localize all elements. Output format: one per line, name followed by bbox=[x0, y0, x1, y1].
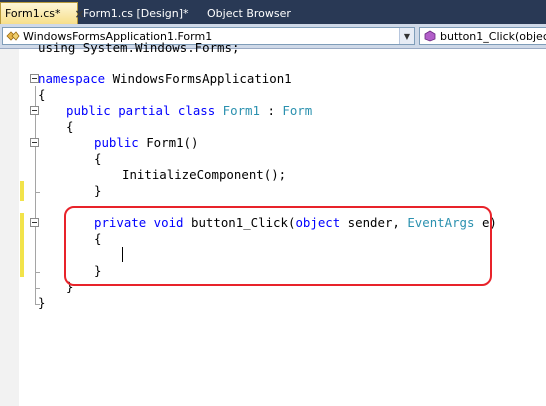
member-dropdown[interactable]: button1_Click(object se bbox=[419, 27, 546, 45]
code-line: } bbox=[38, 295, 46, 310]
dropdown-arrow-icon[interactable]: ▼ bbox=[399, 28, 414, 44]
code-line: using System.Windows.Forms; bbox=[38, 40, 240, 55]
tab-label: Form1.cs [Design]* bbox=[83, 6, 189, 20]
collapse-icon[interactable] bbox=[30, 138, 39, 147]
tab-label: Form1.cs* bbox=[5, 7, 61, 20]
code-editor[interactable]: using System.Windows.Forms; namespace Wi… bbox=[0, 40, 546, 406]
tab-label: Object Browser bbox=[207, 6, 291, 20]
tab-object-browser[interactable]: Object Browser bbox=[207, 2, 291, 24]
code-line: { bbox=[38, 87, 46, 102]
code-line: public partial class Form1 : Form bbox=[66, 103, 313, 118]
outline-guide bbox=[35, 288, 40, 289]
collapse-icon[interactable] bbox=[30, 218, 39, 227]
document-tab-strip: Form1.cs* × Form1.cs [Design]* Object Br… bbox=[0, 0, 546, 24]
code-line: namespace WindowsFormsApplication1 bbox=[38, 71, 292, 86]
outline-guide bbox=[35, 272, 40, 273]
code-line: InitializeComponent(); bbox=[122, 167, 287, 182]
code-line: public Form1() bbox=[94, 135, 199, 150]
code-line: { bbox=[94, 151, 102, 166]
member-dropdown-value: button1_Click(object se bbox=[440, 29, 546, 43]
outline-guide bbox=[35, 192, 40, 193]
collapse-icon[interactable] bbox=[30, 106, 39, 115]
annotation-highlight-box bbox=[64, 206, 492, 286]
tab-form1-cs[interactable]: Form1.cs* × bbox=[0, 2, 85, 24]
change-bar bbox=[20, 181, 24, 201]
code-line: } bbox=[94, 183, 102, 198]
tab-form1-design[interactable]: Form1.cs [Design]* bbox=[83, 2, 189, 24]
change-bar bbox=[20, 213, 24, 277]
code-line: { bbox=[66, 119, 74, 134]
class-icon bbox=[6, 31, 20, 41]
method-icon bbox=[424, 30, 436, 42]
editor-margin bbox=[0, 49, 19, 406]
